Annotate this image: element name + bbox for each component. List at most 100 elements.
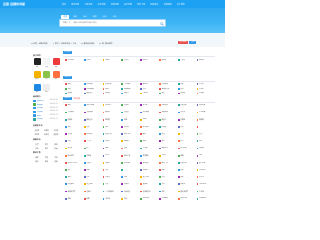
site-link[interactable]: 企鹅号 — [102, 59, 122, 62]
tag-link[interactable]: 配乐 — [33, 161, 41, 163]
site-link[interactable]: 百家号 — [83, 59, 103, 62]
site-link[interactable]: 飞瓜数据 — [121, 83, 140, 86]
site-link[interactable]: 办公资源 — [177, 147, 197, 150]
site-link[interactable]: Dribbble — [158, 197, 178, 200]
site-link[interactable]: 夸克 — [102, 183, 122, 186]
search-tab-baidu[interactable]: 百度 — [61, 14, 70, 19]
site-link[interactable]: 觅知网 — [177, 92, 197, 95]
site-link[interactable]: GA — [196, 154, 216, 157]
site-link[interactable]: 人人秀 — [83, 140, 103, 143]
site-link[interactable]: 视频号 — [102, 161, 122, 165]
site-link[interactable]: 石墨文档 — [102, 133, 122, 136]
site-link[interactable]: 千库网 — [140, 147, 159, 150]
site-link[interactable]: MAKA — [121, 140, 140, 143]
site-link[interactable]: 蝉妈妈 — [102, 111, 122, 114]
site-link[interactable]: 135编辑器 — [83, 87, 103, 91]
site-link[interactable]: 思否 — [177, 169, 197, 172]
site-link[interactable]: 卡思数据 — [158, 83, 178, 86]
site-link[interactable]: 包图网 — [177, 118, 197, 121]
site-link[interactable]: 头条指数 — [158, 104, 178, 107]
site-link[interactable]: 千图网 — [196, 92, 216, 95]
site-link[interactable]: 站酷 — [83, 197, 103, 200]
search-tab-bing[interactable]: 必应 — [100, 15, 108, 19]
site-link[interactable]: 知乎 — [65, 169, 84, 172]
site-link[interactable]: Unsplash — [196, 197, 216, 200]
site-link[interactable]: 果集数据 — [158, 111, 178, 114]
site-link[interactable]: 三节课 — [196, 190, 216, 193]
tag-link[interactable]: 网易号 — [43, 134, 51, 136]
site-link[interactable]: 磁力引擎 — [196, 161, 216, 165]
nav-item-home[interactable]: 首页 — [62, 3, 66, 6]
app-tile[interactable]: 百家号 — [33, 70, 41, 80]
tag-link[interactable]: 西瓜 — [43, 148, 51, 150]
breadcrumb-item[interactable]: 最新收录网站 — [81, 42, 94, 45]
site-link[interactable]: 搞定 — [158, 92, 178, 95]
site-link[interactable]: 大鱼号 — [121, 59, 140, 62]
site-link[interactable]: 百度指数 — [177, 104, 197, 107]
site-link[interactable]: CNZZ — [158, 154, 178, 157]
breadcrumb-item[interactable]: 百度 · 自媒体导航 — [31, 42, 48, 45]
tag-link[interactable]: 好看 — [52, 148, 60, 150]
tag-link[interactable]: 视频 — [52, 161, 60, 163]
site-link[interactable]: 图怪兽 — [102, 92, 122, 95]
site-link[interactable]: 必剪 — [83, 125, 103, 129]
site-link[interactable]: 搜狐号 — [158, 59, 178, 62]
site-link[interactable]: 运营派 — [83, 190, 103, 193]
site-link[interactable]: 包图 — [121, 147, 140, 150]
site-link[interactable]: 爱微帮 — [121, 104, 140, 107]
site-link[interactable]: 豆瓣 — [83, 169, 103, 172]
site-link[interactable]: i排版 — [102, 87, 122, 91]
nav-item-news[interactable]: 资讯导航 — [71, 3, 79, 6]
site-link[interactable]: Pinterest — [177, 197, 197, 200]
site-link[interactable]: 掘金 — [158, 169, 178, 172]
search-icon[interactable] — [159, 21, 164, 26]
tag-link[interactable]: 图库 — [33, 157, 41, 159]
site-link[interactable]: 趣头条 — [196, 59, 216, 62]
site-link[interactable]: 天翼云 — [121, 183, 140, 186]
site-link[interactable]: 百度统计 — [140, 154, 159, 157]
site-link[interactable]: 蝉妈妈 — [140, 83, 159, 86]
site-link[interactable]: 抖查查 — [121, 111, 140, 114]
site-link[interactable]: 淘宝 — [65, 176, 84, 179]
login-button[interactable]: 登录 — [189, 41, 197, 45]
site-link[interactable]: 96编辑器 — [121, 87, 140, 91]
tag-link[interactable]: 百家号 — [33, 134, 41, 136]
site-link[interactable]: 语雀 — [158, 133, 178, 136]
site-link[interactable]: 阿里云盘 — [83, 183, 103, 186]
site-link[interactable]: 创客贴 — [65, 92, 84, 95]
search-tab-google[interactable]: 谷歌 — [71, 15, 79, 19]
site-link[interactable]: 站长之家 — [65, 154, 84, 157]
site-link[interactable]: 印象笔记 — [83, 133, 103, 136]
tag-link[interactable]: 企鹅号 — [43, 130, 51, 132]
site-link[interactable]: 清博指数 — [102, 83, 122, 86]
site-link[interactable]: 快影 — [102, 125, 122, 129]
app-tile[interactable]: 快手 — [52, 70, 60, 80]
site-link[interactable]: 易图 — [121, 118, 140, 121]
site-link[interactable]: Pr教程 — [158, 125, 178, 129]
site-link[interactable]: 微信支付 — [140, 161, 159, 165]
site-link[interactable]: 百度网盘 — [65, 183, 84, 186]
site-link[interactable]: 简书 — [102, 169, 122, 172]
site-link[interactable]: 人人都是PM — [102, 190, 122, 193]
site-link[interactable]: 懒设计 — [158, 118, 178, 121]
site-link[interactable]: 考古加 — [177, 111, 197, 114]
site-link[interactable]: 凡科 — [65, 140, 84, 143]
site-link[interactable]: 爱站网 — [83, 154, 103, 157]
site-link[interactable]: 图怪兽 — [102, 118, 122, 121]
site-link[interactable]: 兔展 — [140, 140, 159, 143]
nav-item-marketing[interactable]: 营销导航 — [111, 3, 119, 6]
site-link[interactable]: 今日头条 — [65, 59, 84, 62]
site-link[interactable]: 小程序 — [83, 161, 103, 165]
site-logo[interactable]: 百度·自媒体导航 — [3, 2, 25, 6]
app-tile[interactable]: 火山 — [43, 70, 51, 80]
tag-link[interactable]: 头条号 — [33, 130, 41, 132]
site-link[interactable]: 鸟哥笔记 — [121, 190, 140, 193]
site-link[interactable]: 腾讯广告 — [158, 161, 178, 165]
site-link[interactable]: 新媒体管家 — [158, 87, 178, 91]
site-link[interactable]: 摄图网 — [196, 118, 216, 121]
tag-link[interactable]: B站 — [33, 148, 41, 150]
app-tile[interactable]: 知乎 — [33, 83, 41, 93]
site-link[interactable]: 开源中国 — [196, 169, 216, 172]
app-tile[interactable]: 头条 — [33, 58, 41, 68]
site-link[interactable]: 光厂 — [83, 147, 103, 150]
